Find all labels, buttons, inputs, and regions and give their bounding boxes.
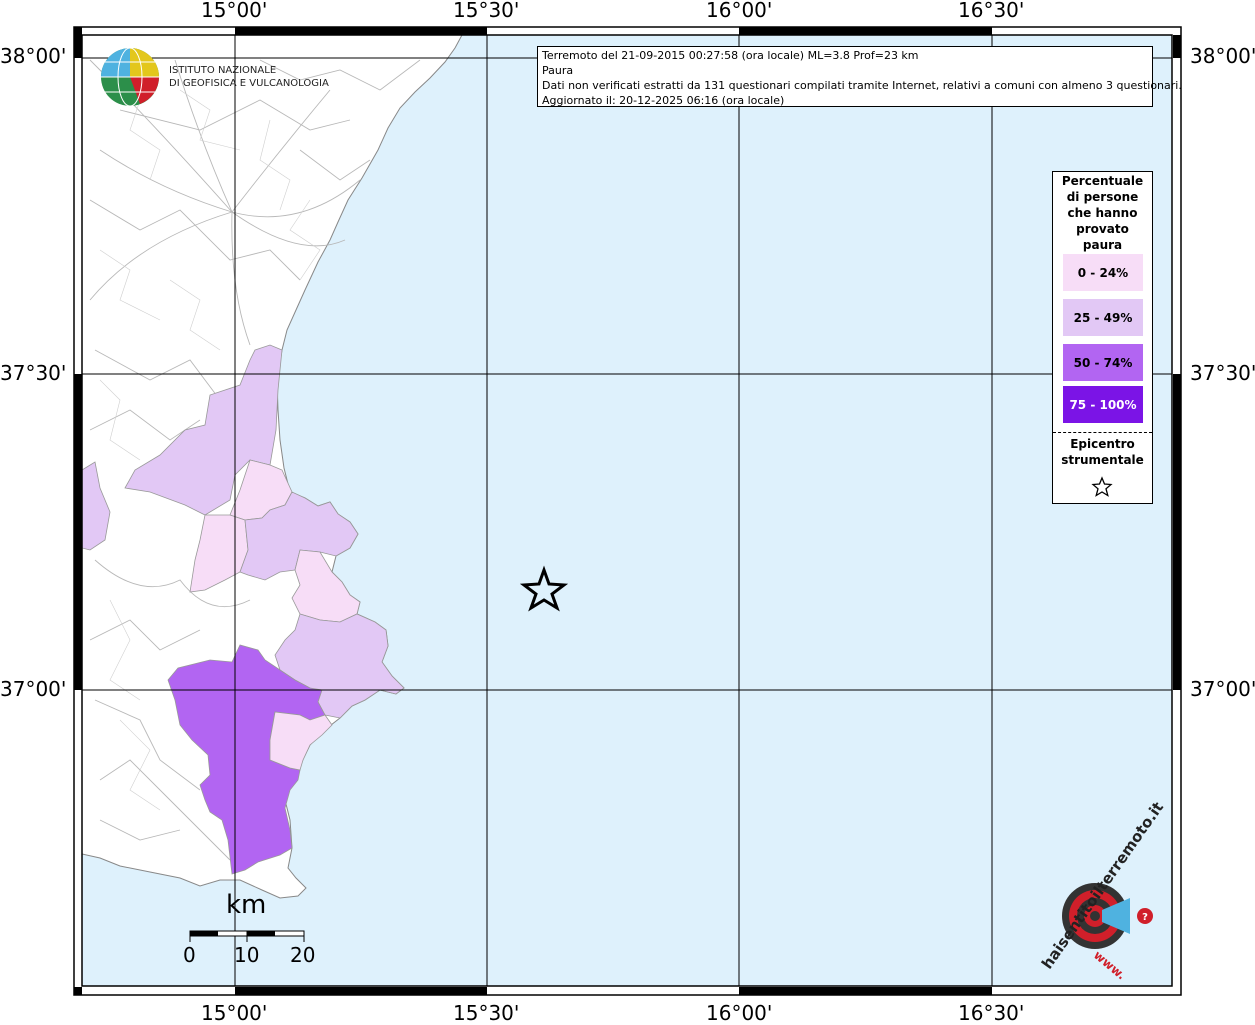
scale-unit: km xyxy=(226,890,267,920)
legend-item-50-74: 50 - 74% xyxy=(1063,344,1143,381)
ingv-logo-text: ISTITUTO NAZIONALE DI GEOFISICA E VULCAN… xyxy=(169,65,329,89)
right-label-2: 37°30' xyxy=(1190,361,1255,385)
left-label-1: 38°00' xyxy=(0,44,67,68)
top-label-2: 15°30' xyxy=(453,0,520,22)
legend-item-0-24: 0 - 24% xyxy=(1063,254,1143,291)
top-label-4: 16°30' xyxy=(958,0,1025,22)
legend-divider xyxy=(1053,432,1152,433)
bottom-label-1: 15°00' xyxy=(201,1001,268,1025)
map-canvas[interactable]: ? xyxy=(0,0,1255,1024)
update-date: Aggiornato il: 20-12-2025 06:16 (ora loc… xyxy=(542,94,785,107)
legend-title: Percentuale di persone che hanno provato… xyxy=(1061,174,1144,252)
map-subject: Paura xyxy=(542,64,574,77)
legend-item-25-49: 25 - 49% xyxy=(1063,299,1143,336)
legend-item-75-100: 75 - 100% xyxy=(1063,386,1143,423)
scale-tick-20: 20 xyxy=(290,943,316,967)
event-info-box: Terremoto del 21-09-2015 00:27:58 (ora l… xyxy=(537,46,1182,107)
left-label-2: 37°30' xyxy=(0,361,67,385)
event-title: Terremoto del 21-09-2015 00:27:58 (ora l… xyxy=(542,49,919,62)
bottom-label-3: 16°00' xyxy=(706,1001,773,1025)
legend-epicenter: Epicentro strumentale xyxy=(1061,437,1144,467)
legend-star-icon xyxy=(1091,476,1113,497)
top-label-3: 16°00' xyxy=(706,0,773,22)
right-label-3: 37°00' xyxy=(1190,677,1255,701)
ingv-globe-icon xyxy=(101,47,159,107)
bottom-label-4: 16°30' xyxy=(958,1001,1025,1025)
top-label-1: 15°00' xyxy=(201,0,268,22)
data-note: Dati non verificati estratti da 131 ques… xyxy=(542,79,1182,92)
scale-tick-10: 10 xyxy=(234,943,260,967)
bottom-label-2: 15°30' xyxy=(453,1001,520,1025)
svg-text:?: ? xyxy=(1142,912,1148,923)
legend: Percentuale di persone che hanno provato… xyxy=(1052,171,1153,504)
right-label-1: 38°00' xyxy=(1190,44,1255,68)
scale-tick-0: 0 xyxy=(183,943,196,967)
left-label-3: 37°00' xyxy=(0,677,67,701)
